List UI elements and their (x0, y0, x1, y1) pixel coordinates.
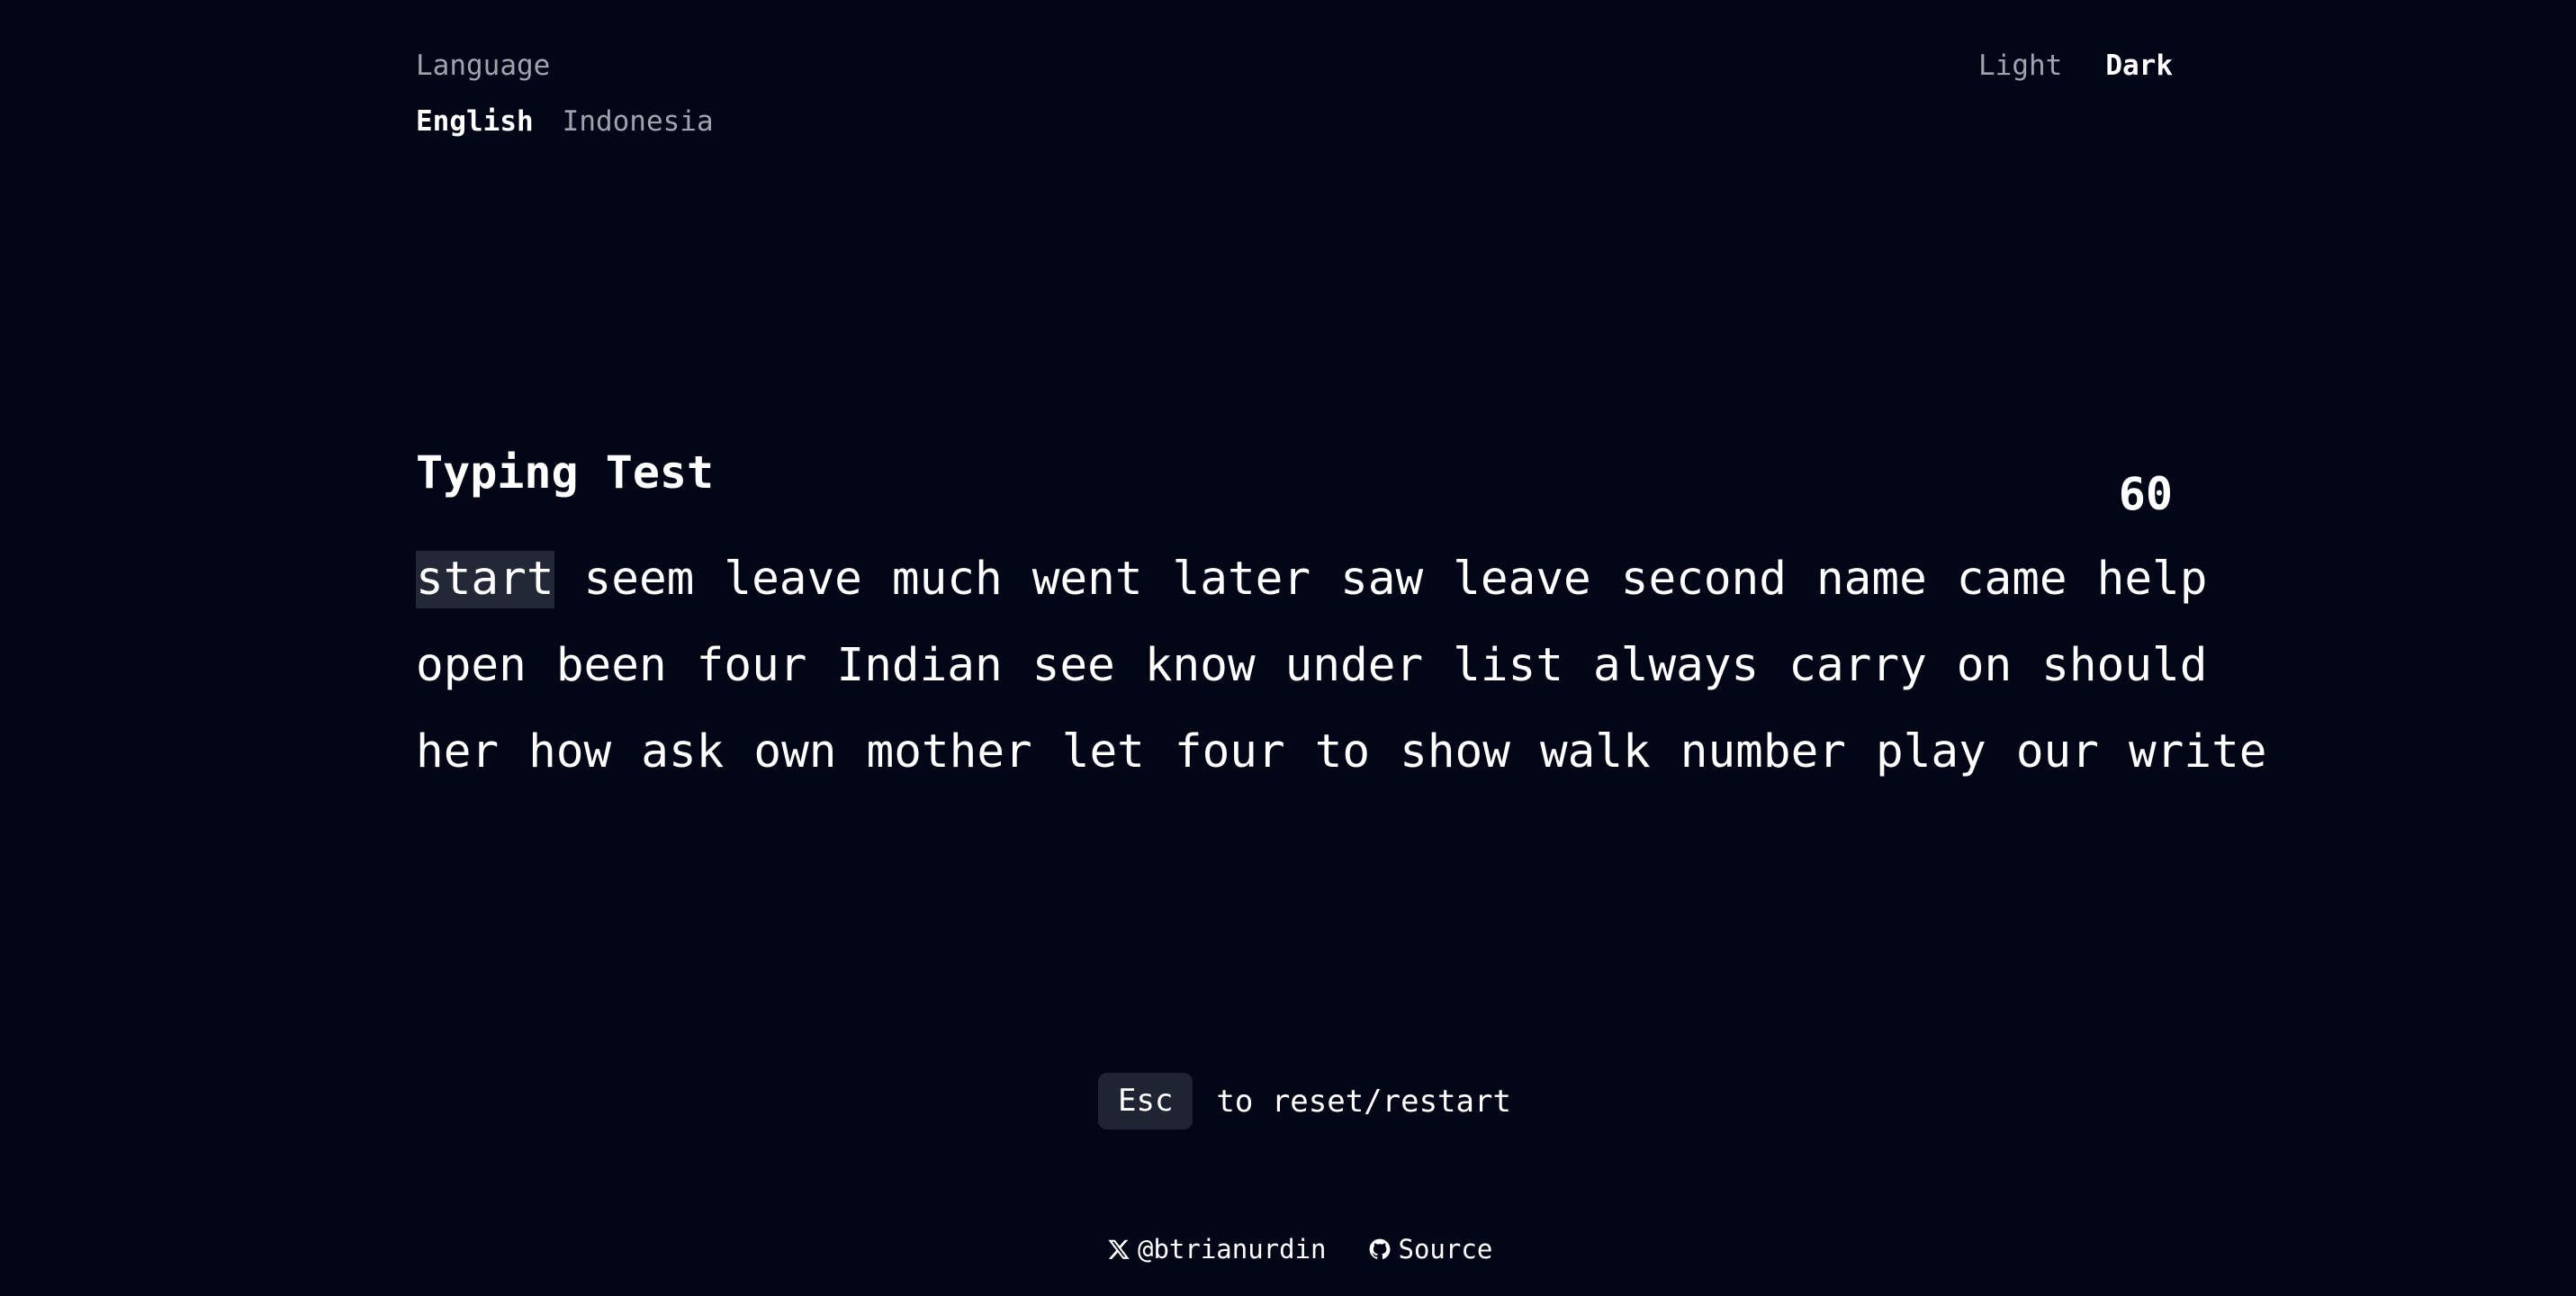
word: how (528, 725, 612, 778)
word: help (2096, 553, 2208, 606)
word-line: her how ask own mother let four to show … (416, 709, 2266, 796)
source-label: Source (1398, 1234, 1493, 1264)
word: mother (866, 725, 1032, 778)
word: Indian (836, 639, 1003, 692)
word: should (2041, 639, 2208, 692)
word: her (416, 725, 500, 778)
word: name (1815, 553, 1927, 606)
word: seem (583, 553, 695, 606)
language-label: Language (416, 50, 551, 82)
word: came (1956, 553, 2067, 606)
twitter-handle: @btrianurdin (1138, 1234, 1327, 1264)
word: on (1956, 639, 2013, 692)
countdown-timer: 60 (2118, 468, 2173, 520)
language-option-english[interactable]: English (416, 101, 534, 142)
word: own (753, 725, 837, 778)
word: been (555, 639, 667, 692)
word: later (1172, 553, 1311, 606)
github-icon (1368, 1238, 1392, 1261)
esc-key-badge[interactable]: Esc (1098, 1073, 1193, 1130)
footer: @btrianurdin Source (1107, 1228, 1492, 1271)
theme-option-dark[interactable]: Dark (2105, 45, 2173, 86)
word: four (1174, 725, 1285, 778)
word: leave (724, 553, 862, 606)
language-section: Language English Indonesia (416, 45, 714, 142)
word-line: open been four Indian see know under lis… (416, 623, 2207, 709)
word: write (2128, 725, 2267, 778)
reset-hint: Esc to reset/restart (1098, 1073, 1511, 1130)
word: under (1284, 639, 1424, 692)
x-logo-icon (1107, 1238, 1130, 1261)
word: much (891, 553, 1003, 606)
word: ask (641, 725, 725, 778)
word: leave (1453, 553, 1591, 606)
language-option-indonesia[interactable]: Indonesia (563, 101, 714, 142)
word: saw (1340, 553, 1424, 606)
word: list (1453, 639, 1564, 692)
word: our (2015, 725, 2099, 778)
word: number (1680, 725, 1846, 778)
typing-area[interactable]: start seem leave much went later saw lea… (416, 536, 2266, 796)
theme-toggle: Light Dark (1978, 45, 2173, 86)
twitter-link[interactable]: @btrianurdin (1107, 1228, 1327, 1271)
word: four (696, 639, 807, 692)
page-title: Typing Test (416, 446, 715, 499)
word: always (1593, 639, 1760, 692)
word-line: start seem leave much went later saw lea… (416, 536, 2207, 623)
word: let (1061, 725, 1145, 778)
word: know (1144, 639, 1256, 692)
word: show (1400, 725, 1510, 778)
word: open (416, 639, 527, 692)
word: play (1876, 725, 1986, 778)
current-word: start (416, 551, 554, 608)
theme-option-light[interactable]: Light (1978, 45, 2062, 86)
source-link[interactable]: Source (1368, 1228, 1493, 1271)
word: see (1031, 639, 1115, 692)
word: carry (1788, 639, 1927, 692)
reset-hint-text: to reset/restart (1216, 1083, 1511, 1120)
word: walk (1539, 725, 1651, 778)
word: went (1031, 553, 1143, 606)
word: second (1620, 553, 1787, 606)
word: to (1314, 725, 1371, 778)
language-options: English Indonesia (416, 101, 714, 142)
